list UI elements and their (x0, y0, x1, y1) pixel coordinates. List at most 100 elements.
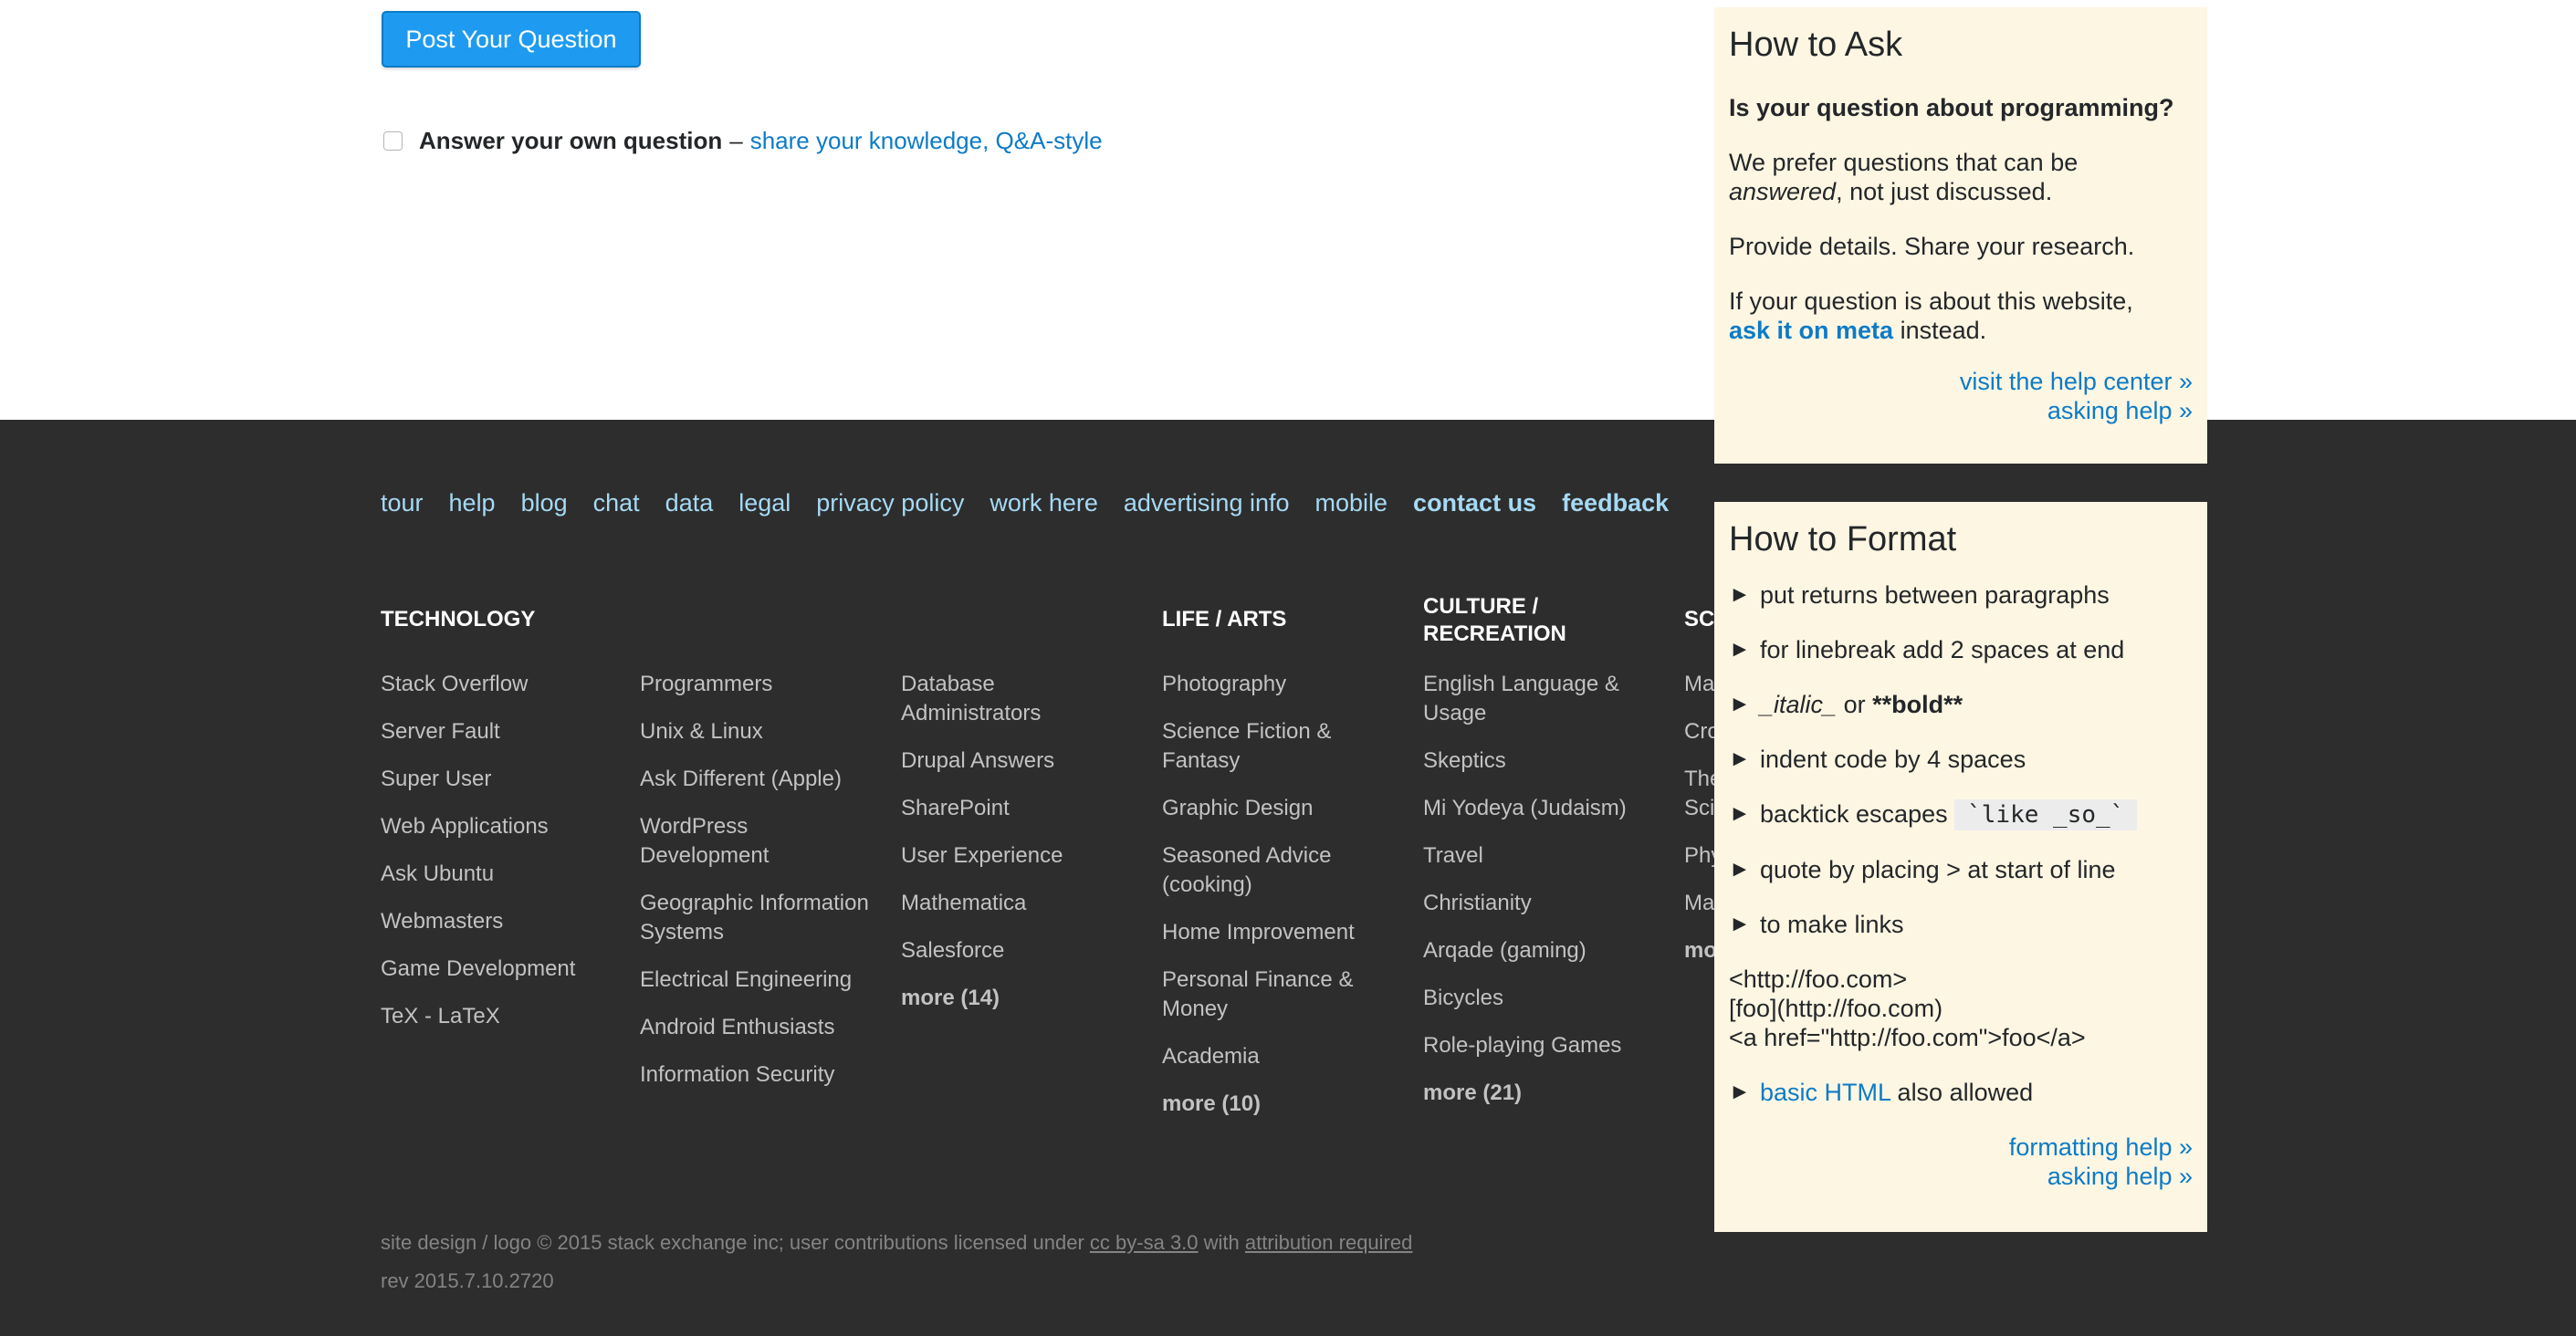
site-link[interactable]: The Sci (1684, 765, 1721, 823)
link-examples: <http://foo.com> [foo](http://foo.com) <… (1729, 965, 2193, 1052)
site-link[interactable]: Webmasters (381, 907, 627, 936)
footer-column-technology: Technology (381, 606, 627, 633)
site-link[interactable]: Stack Overflow (381, 670, 627, 699)
footer-link-legal[interactable]: legal (738, 489, 791, 517)
footer-link-chat[interactable]: chat (593, 489, 640, 517)
share-knowledge-link[interactable]: share your knowledge, Q&A-style (750, 127, 1103, 155)
help-links: visit the help center » asking help » (1729, 367, 2193, 425)
format-tip: ► quote by placing > at start of line (1729, 855, 2193, 884)
site-link[interactable]: Ask Ubuntu (381, 860, 627, 889)
site-link[interactable]: Home Improvement (1162, 918, 1372, 947)
site-link[interactable]: Server Fault (381, 717, 627, 746)
site-link[interactable]: User Experience (901, 841, 1084, 871)
more-sites-link[interactable]: more (14) (901, 984, 1084, 1013)
code-example: `like _so_` (1954, 799, 2138, 830)
format-tip: ► backtick escapes `like _so_` (1729, 799, 2193, 830)
how-to-format-panel: How to Format ► put returns between para… (1714, 502, 2207, 1232)
format-tip: ► put returns between paragraphs (1729, 580, 2193, 610)
site-link[interactable]: Salesforce (901, 936, 1084, 965)
site-link[interactable]: Seasoned Advice (cooking) (1162, 841, 1372, 900)
help-center-link[interactable]: visit the help center » (1729, 367, 2193, 396)
footer-link-contact-us[interactable]: contact us (1413, 489, 1536, 517)
site-link[interactable]: Programmers (640, 670, 877, 699)
footer-link-mobile[interactable]: mobile (1315, 489, 1388, 517)
answer-own-question-label[interactable]: Answer your own question (419, 127, 722, 155)
site-link[interactable]: Science Fiction & Fantasy (1162, 717, 1372, 776)
panel-title: How to Format (1729, 520, 1957, 558)
site-link[interactable]: Academia (1162, 1042, 1372, 1071)
site-link[interactable]: Mathematica (901, 889, 1084, 918)
site-link[interactable]: Role-playing Games (1423, 1031, 1642, 1060)
footer-column-life-arts: Life / Arts (1162, 606, 1408, 633)
footer-column-culture-recreation: Culture / Recreation (1423, 593, 1606, 648)
more-sites-link[interactable]: more (21) (1423, 1079, 1642, 1108)
link-example: <a href="http://foo.com">foo</a> (1729, 1024, 2086, 1051)
site-link[interactable]: TeX - LaTeX (381, 1002, 627, 1031)
asking-help-link[interactable]: asking help » (1729, 396, 2193, 425)
site-link[interactable]: Personal Finance & Money (1162, 965, 1372, 1024)
site-link[interactable]: Arqade (gaming) (1423, 936, 1642, 965)
answerable-tip: We prefer questions that can be answered,… (1729, 148, 2193, 206)
site-link[interactable]: Ask Different (Apple) (640, 765, 877, 794)
programming-question: Is your question about programming? (1729, 94, 2174, 121)
footer-link-blog[interactable]: blog (521, 489, 568, 517)
site-link[interactable]: Graphic Design (1162, 794, 1372, 823)
tip-text: We prefer questions that can be (1729, 149, 2079, 176)
site-link[interactable]: Android Enthusiasts (640, 1013, 877, 1042)
site-link[interactable]: Super User (381, 765, 627, 794)
triangle-right-icon: ► (1729, 857, 1751, 882)
asking-help-link[interactable]: asking help » (1729, 1162, 2193, 1191)
site-link[interactable]: Information Security (640, 1060, 877, 1090)
footer-link-privacy-policy[interactable]: privacy policy (816, 489, 964, 517)
site-link[interactable]: English Language & Usage (1423, 670, 1642, 728)
site-link[interactable]: Photography (1162, 670, 1372, 699)
tip-text: quote by placing > at start of line (1760, 856, 2116, 883)
triangle-right-icon: ► (1729, 801, 1751, 826)
site-link[interactable]: Bicycles (1423, 984, 1642, 1013)
site-link[interactable]: Travel (1423, 841, 1642, 871)
footer-link-data[interactable]: data (665, 489, 714, 517)
site-link[interactable]: Drupal Answers (901, 746, 1084, 776)
tip-text: for linebreak add 2 spaces at end (1760, 636, 2125, 663)
site-link[interactable]: Game Development (381, 955, 627, 984)
column-heading: Technology (381, 607, 536, 631)
site-link[interactable]: Christianity (1423, 889, 1642, 918)
revision-text: rev 2015.7.10.2720 (381, 1269, 554, 1292)
basic-html-link[interactable]: basic HTML (1760, 1079, 1890, 1106)
footer-nav: tour help blog chat data legal privacy p… (381, 489, 1694, 517)
attribution-link[interactable]: attribution required (1245, 1231, 1412, 1254)
site-link[interactable]: WordPress Development (640, 812, 804, 871)
answer-own-question-checkbox[interactable] (383, 130, 403, 151)
site-link[interactable]: Electrical Engineering (640, 965, 877, 995)
tip-text: also allowed (1897, 1079, 2034, 1106)
more-sites-link[interactable]: more (10) (1162, 1090, 1372, 1119)
triangle-right-icon: ► (1729, 582, 1751, 607)
site-list: Photography Science Fiction & Fantasy Gr… (1162, 670, 1372, 1119)
site-list: English Language & Usage Skeptics Mi Yod… (1423, 670, 1642, 1108)
license-link[interactable]: cc by-sa 3.0 (1090, 1231, 1199, 1254)
footer-link-tour[interactable]: tour (381, 489, 424, 517)
column-heading: Culture / Recreation (1423, 594, 1566, 646)
site-link[interactable]: Unix & Linux (640, 717, 877, 746)
tip-text: or (1843, 691, 1866, 718)
copyright-with: with (1203, 1231, 1240, 1254)
tip-text: backtick escapes (1760, 800, 1948, 828)
tip-text: , not just discussed. (1836, 178, 2053, 205)
site-link[interactable]: Skeptics (1423, 746, 1642, 776)
footer-link-work-here[interactable]: work here (990, 489, 1098, 517)
tip-text: instead. (1900, 317, 1987, 344)
site-link[interactable]: SharePoint (901, 794, 1084, 823)
format-tip: ► _italic_ or **bold** (1729, 690, 2193, 719)
site-link[interactable]: Web Applications (381, 812, 627, 841)
formatting-help-link[interactable]: formatting help » (1729, 1132, 2193, 1162)
site-link[interactable]: Database Administrators (901, 670, 1084, 728)
site-link[interactable]: Geographic Information Systems (640, 889, 877, 947)
ask-on-meta-link[interactable]: ask it on meta (1729, 317, 1893, 344)
site-link[interactable]: Mi Yodeya (Judaism) (1423, 794, 1642, 823)
post-question-button[interactable]: Post Your Question (382, 11, 641, 68)
footer-link-feedback[interactable]: feedback (1562, 489, 1669, 517)
details-tip: Provide details. Share your research. (1729, 233, 2135, 260)
column-heading: Life / Arts (1162, 607, 1287, 631)
footer-link-help[interactable]: help (449, 489, 496, 517)
footer-link-advertising-info[interactable]: advertising info (1124, 489, 1290, 517)
